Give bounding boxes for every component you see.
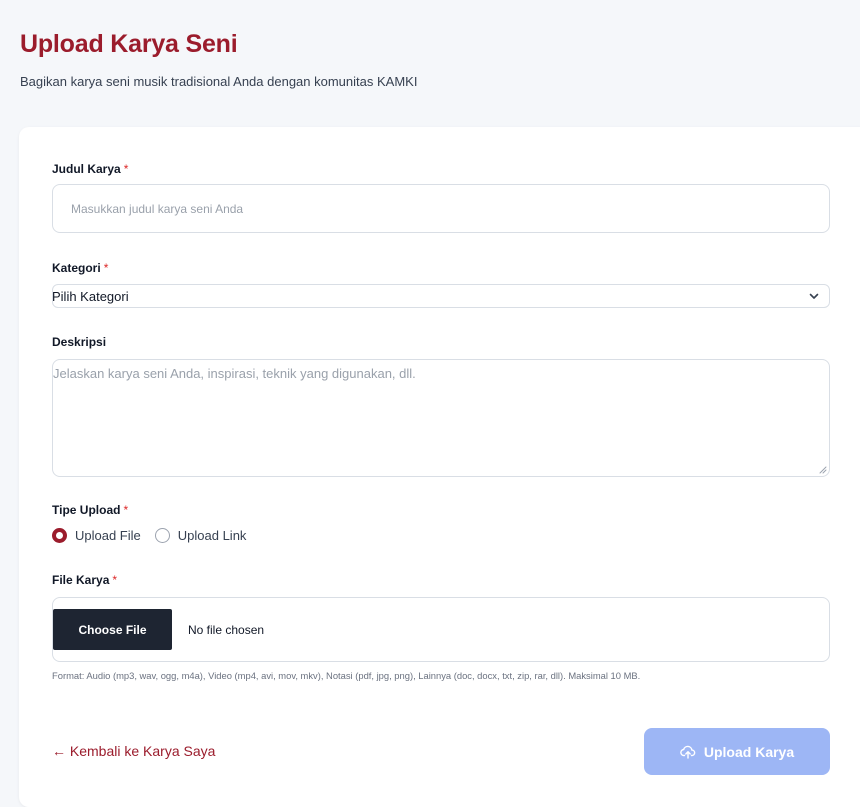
chevron-down-icon bbox=[809, 293, 819, 299]
radio-unchecked-icon[interactable] bbox=[154, 528, 170, 543]
description-field-label-text: Deskripsi bbox=[52, 335, 107, 349]
file-input[interactable]: Choose File No file chosen bbox=[52, 597, 830, 662]
radio-upload-file-label: Upload File bbox=[75, 528, 141, 543]
category-select-value: Pilih Kategori bbox=[52, 288, 129, 304]
file-field-label: File Karya * bbox=[52, 573, 117, 587]
title-field-label-text: Judul Karya bbox=[52, 162, 121, 176]
page-header: Upload Karya Seni Bagikan karya seni mus… bbox=[20, 30, 417, 89]
radio-upload-file[interactable]: Upload File bbox=[52, 528, 141, 543]
title-field-label: Judul Karya * bbox=[52, 162, 128, 176]
upload-karya-button[interactable]: Upload Karya bbox=[644, 728, 830, 775]
upload-karya-button-label: Upload Karya bbox=[703, 743, 795, 760]
page-subtitle: Bagikan karya seni musik tradisional And… bbox=[20, 74, 418, 89]
file-status-text: No file chosen bbox=[188, 622, 265, 637]
page: Upload Karya Seni Bagikan karya seni mus… bbox=[0, 0, 860, 807]
description-field-label: Deskripsi bbox=[52, 335, 106, 349]
required-mark: * bbox=[123, 503, 129, 517]
radio-upload-link[interactable]: Upload Link bbox=[154, 528, 247, 543]
upload-type-label-text: Tipe Upload bbox=[52, 503, 121, 517]
choose-file-button[interactable]: Choose File bbox=[53, 609, 172, 650]
page-title: Upload Karya Seni bbox=[20, 30, 238, 58]
required-mark: * bbox=[103, 261, 109, 275]
file-field-label-text: File Karya bbox=[52, 573, 110, 587]
back-to-my-works-link[interactable]: ← Kembali ke Karya Saya bbox=[52, 743, 215, 759]
required-mark: * bbox=[123, 162, 129, 176]
title-input[interactable] bbox=[52, 184, 830, 233]
description-textarea[interactable] bbox=[52, 359, 830, 477]
required-mark: * bbox=[112, 573, 118, 587]
category-field-label-text: Kategori bbox=[52, 261, 101, 275]
upload-type-label: Tipe Upload * bbox=[52, 503, 128, 517]
file-format-help: Format: Audio (mp3, wav, ogg, m4a), Vide… bbox=[52, 670, 641, 681]
cloud-upload-icon bbox=[680, 745, 696, 759]
radio-checked-icon[interactable] bbox=[52, 528, 67, 543]
category-field-label: Kategori * bbox=[52, 261, 108, 275]
upload-type-radio-group: Upload File Upload Link bbox=[52, 528, 260, 543]
category-select[interactable]: Pilih Kategori bbox=[52, 284, 830, 308]
radio-upload-link-label: Upload Link bbox=[177, 528, 247, 543]
resize-grip-icon[interactable] bbox=[818, 465, 827, 474]
